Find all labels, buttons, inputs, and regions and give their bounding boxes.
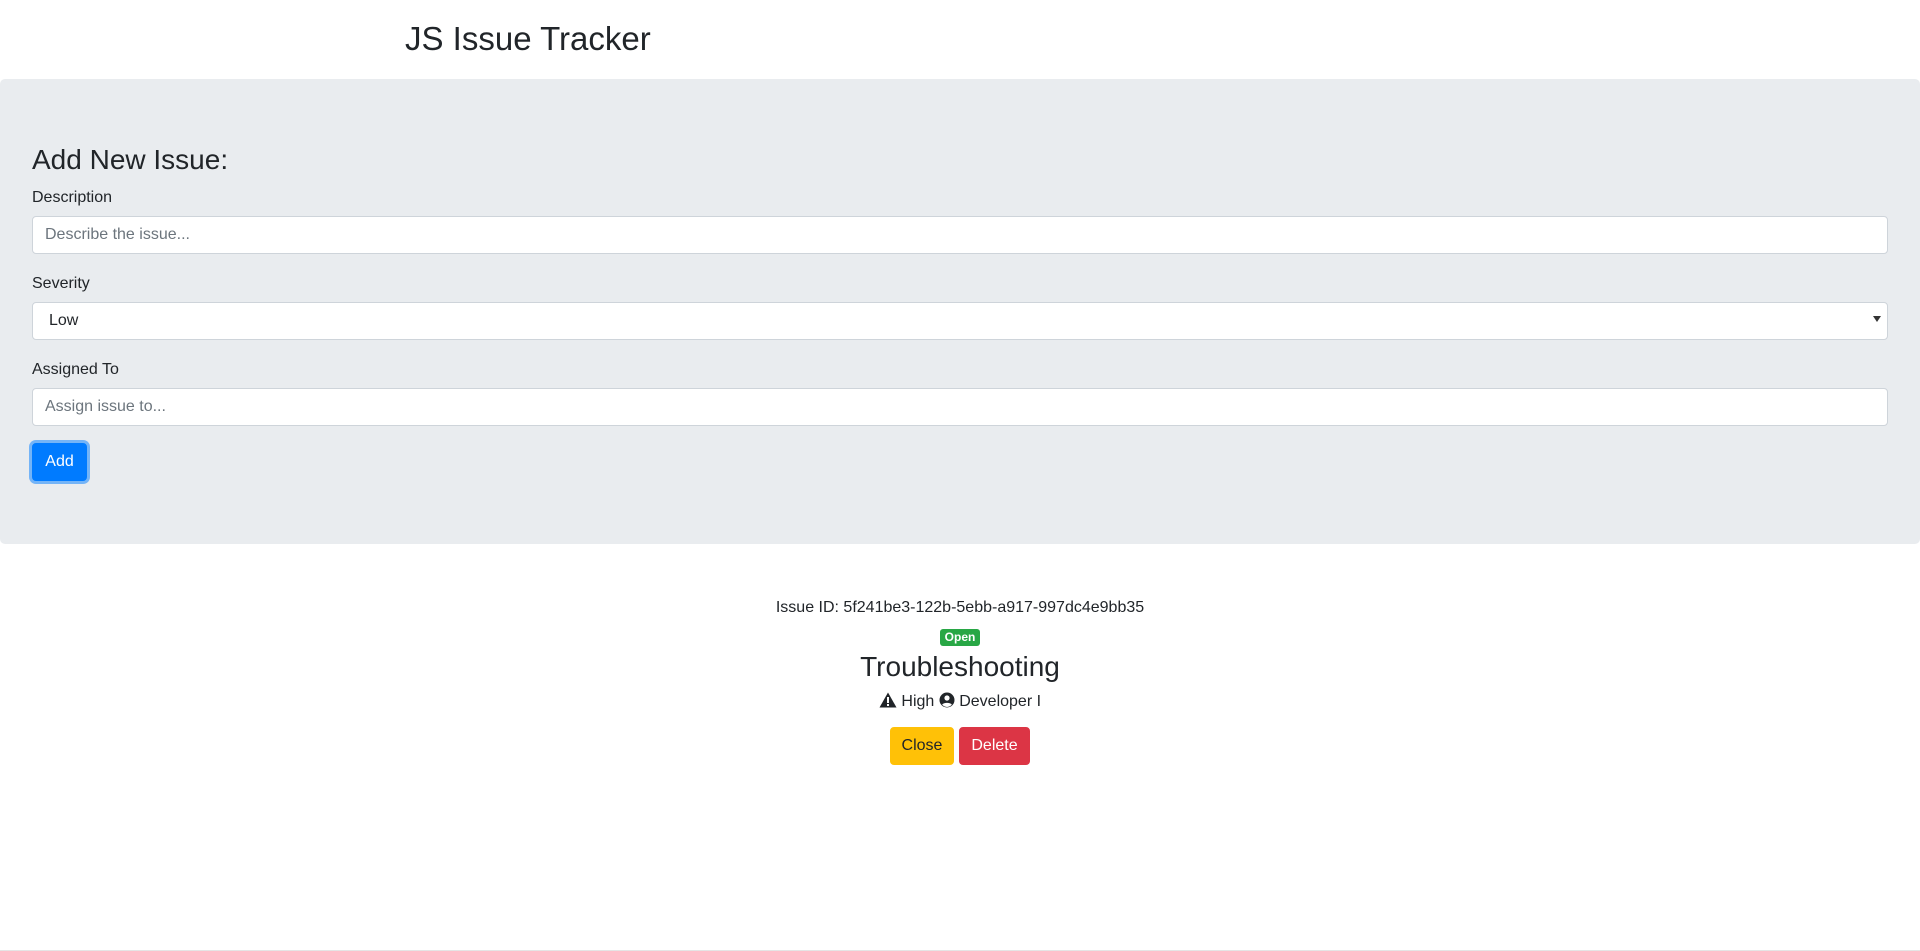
close-issue-button[interactable]: Close xyxy=(890,727,954,766)
severity-selected-value: Low xyxy=(49,312,79,329)
severity-label: Severity xyxy=(32,275,90,292)
chevron-down-icon xyxy=(1873,316,1881,322)
issue-assignee: Developer I xyxy=(959,692,1042,710)
user-circle-icon xyxy=(939,692,955,713)
issue-severity: High xyxy=(901,692,935,710)
form-heading: Add New Issue: xyxy=(32,144,229,175)
page-header: JS Issue Tracker xyxy=(0,0,1920,79)
description-input[interactable] xyxy=(32,216,1888,254)
issue-title: Troubleshooting xyxy=(860,651,1060,683)
issue-meta: High Developer I xyxy=(0,692,1920,713)
page-title: JS Issue Tracker xyxy=(405,20,651,57)
assigned-to-input[interactable] xyxy=(32,388,1888,426)
assigned-to-label: Assigned To xyxy=(32,361,119,378)
delete-issue-button[interactable]: Delete xyxy=(959,727,1030,766)
warning-icon xyxy=(879,692,897,713)
description-label: Description xyxy=(32,189,113,206)
severity-select[interactable]: Low xyxy=(32,302,1888,340)
issue-card: Issue ID: 5f241be3-122b-5ebb-a917-997dc4… xyxy=(0,590,1920,766)
add-issue-button[interactable]: Add xyxy=(32,443,87,481)
issue-actions: Close Delete xyxy=(0,727,1920,766)
status-badge: Open xyxy=(939,629,981,647)
issue-id: Issue ID: 5f241be3-122b-5ebb-a917-997dc4… xyxy=(775,599,1145,616)
